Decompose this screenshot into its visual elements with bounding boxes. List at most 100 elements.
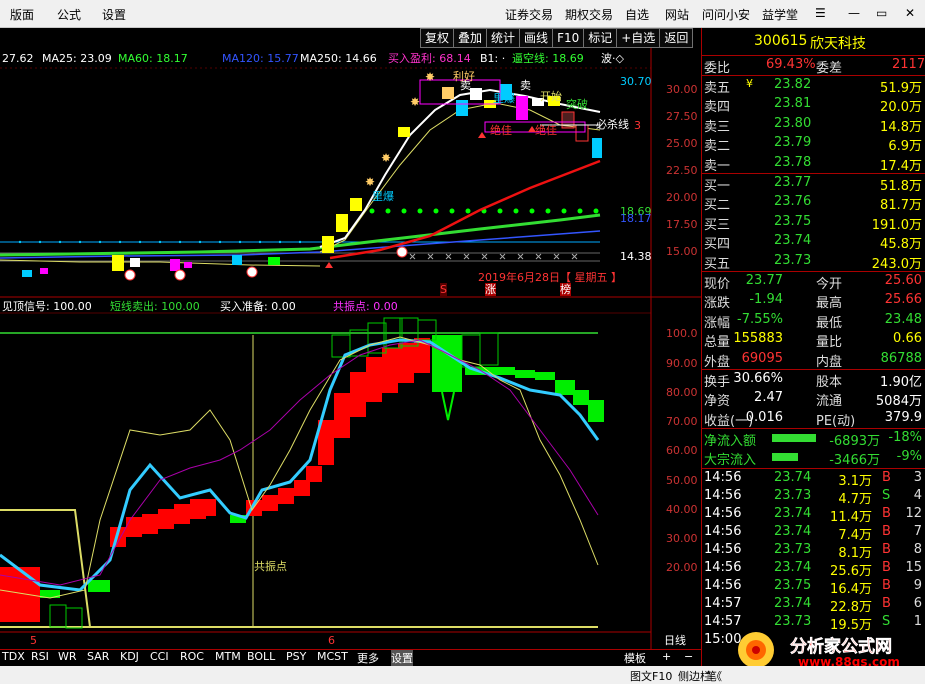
menu-website[interactable]: 网站 [665,6,689,23]
stock-code: 300615 [754,33,808,49]
ask-volume: 14.8万 [880,119,922,135]
back-button[interactable]: 返回 [659,28,694,48]
tick-price: 23.74 [774,560,812,575]
bid-volume: 191.0万 [871,217,922,233]
menu-option-trade[interactable]: 期权交易 [565,6,613,23]
bid-row[interactable]: 买一 23.77 51.8万 [702,174,925,194]
burst-label-2: 里爆 [493,92,515,105]
tab-mcst[interactable]: MCST [317,650,348,666]
menu-formula[interactable]: 公式 [57,6,81,23]
ask-price: 23.81 [774,96,812,112]
ask-row[interactable]: 卖三 23.80 14.8万 [702,115,925,135]
sub-axis-80: 80.00 [666,386,698,399]
month-6: 6 [328,634,335,647]
tab-tdx[interactable]: TDX [2,650,25,666]
ask-row[interactable]: 卖五 ¥ 23.82 51.9万 [702,76,925,96]
tab-wr[interactable]: WR [58,650,77,666]
yellow-line [0,336,599,599]
menu-yixuetang[interactable]: 益学堂 [762,6,798,23]
flow-bar [772,434,816,442]
axis-27-5: 27.50 [666,110,698,123]
axis-17-5: 17.50 [666,218,698,231]
tick-count: 7 [913,524,922,539]
menu-settings[interactable]: 设置 [102,6,126,23]
mark-button[interactable]: 标记 [583,28,618,48]
template-button[interactable]: 模板 [624,650,646,666]
finance-label-2: 流通 [816,394,843,410]
tab-settings[interactable]: 设置 [391,650,413,666]
zoom-out-button[interactable]: − [684,650,693,666]
finance-value-2: 1.90亿 [880,375,922,390]
f10-button[interactable]: F10 [552,28,585,48]
quote-row: 现价 23.77 今开 25.60 [702,272,925,292]
finance-row: 净资 2.47 流通 5084万 [702,389,925,410]
menu-stock-trade[interactable]: 证券交易 [505,6,553,23]
tab-sar[interactable]: SAR [87,650,109,666]
quote-value-2: 25.66 [884,292,922,308]
menu-ask[interactable]: 问问小安 [702,6,750,23]
finance-value-2: 379.9 [884,409,922,425]
menu-layout[interactable]: 版面 [10,6,34,23]
tick-count: 12 [905,506,922,521]
tick-price: 23.73 [774,542,812,557]
bid-row[interactable]: 买三 23.75 191.0万 [702,213,925,233]
close-icon[interactable]: ✕ [905,6,915,20]
tab-mtm[interactable]: MTM [215,650,241,666]
bid-row[interactable]: 买五 23.73 243.0万 [702,252,925,272]
minimize-icon[interactable]: — [848,6,860,20]
ma60-line [0,213,601,257]
tick-price: 23.74 [774,506,812,521]
quote-label: 总量 [704,335,731,351]
tab-boll[interactable]: BOLL [247,650,275,666]
kline-chart[interactable]: ✸ ✸ ✸ ✸ [0,48,701,650]
best-label-2: 绝佳 [535,124,557,137]
tab-roc[interactable]: ROC [180,650,204,666]
sub-axis-70: 70.00 [666,415,698,428]
bid-price: 23.76 [774,194,812,210]
quote-panel: 300615 欣天科技 委比 69.43% 委差 2117 卖五 ¥ 23.82… [701,28,925,684]
tick-count: 8 [913,542,922,557]
tick-time: 14:56 [704,560,742,575]
ask-row[interactable]: 卖一 23.78 17.4万 [702,154,925,174]
daily-period-label[interactable]: 日线 [664,634,686,647]
statistics-button[interactable]: 统计 [486,28,521,48]
month-5: 5 [30,634,37,647]
zoom-in-button[interactable]: + [662,650,671,666]
svg-text:✸: ✸ [410,95,420,109]
svg-text:✸: ✸ [381,151,391,165]
tick-time: 14:57 [704,596,742,611]
add-watchlist-button[interactable]: +自选 [616,28,661,48]
tick-side: B [882,524,891,539]
tick-row: 14:56 23.73 4.7万 S 4 [702,487,925,507]
overlay-button[interactable]: 叠加 [453,28,488,48]
ask-price: 23.80 [774,115,812,131]
bid-row[interactable]: 买四 23.74 45.8万 [702,232,925,253]
tick-price: 23.73 [774,488,812,503]
tab-psy[interactable]: PSY [286,650,306,666]
tick-row: 14:56 23.73 8.1万 B 8 [702,541,925,561]
draw-line-button[interactable]: 画线 [519,28,554,48]
f10-text-button[interactable]: 图文F10 [630,668,672,684]
tick-row: 14:56 23.74 3.1万 B 3 [702,469,925,489]
sub-axis-50: 50.00 [666,474,698,487]
ask-row[interactable]: 卖四 23.81 20.0万 [702,95,925,115]
menu-watchlist[interactable]: 自选 [625,6,649,23]
quote-label-2: 量比 [816,335,843,351]
maximize-icon[interactable]: ▭ [876,6,887,20]
tab-cci[interactable]: CCI [150,650,169,666]
ask-row[interactable]: 卖二 23.79 6.9万 [702,134,925,154]
burst-label: 里爆 [372,190,394,203]
bid-volume: 45.8万 [880,237,922,253]
tab-rsi[interactable]: RSI [31,650,49,666]
tab-more[interactable]: 更多 [357,650,379,666]
bid-row[interactable]: 买二 23.76 81.7万 [702,193,925,213]
flow-row: 净流入额 -6893万 -18% [702,429,925,449]
restore-rights-button[interactable]: 复权 [420,28,455,48]
hamburger-menu-icon[interactable]: ☰ [815,6,826,20]
tag-18-17: 18.17 [620,212,652,225]
tab-kdj[interactable]: KDJ [120,650,139,666]
flow-value: -6893万 [829,434,880,449]
bid-label: 买五 [704,256,731,272]
quote-label-2: 最低 [816,315,843,331]
quote-value-2: 25.60 [884,273,922,288]
